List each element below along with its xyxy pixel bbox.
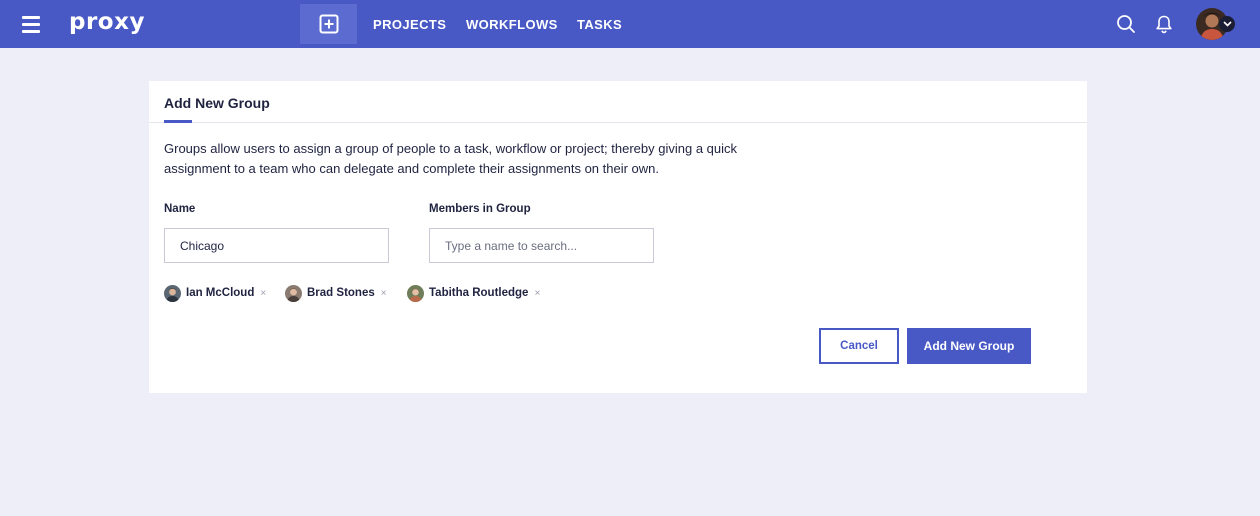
remove-member-button[interactable]: × (381, 288, 387, 299)
member-avatar (285, 284, 302, 302)
group-name-input[interactable] (164, 228, 389, 263)
hamburger-menu-icon[interactable] (22, 16, 40, 33)
account-dropdown-chevron-icon[interactable] (1219, 16, 1235, 32)
nav-workflows[interactable]: WORKFLOWS (466, 17, 558, 32)
member-chip: Ian McCloud × (164, 284, 266, 302)
form-description: Groups allow users to assign a group of … (164, 141, 738, 176)
plus-square-icon (319, 14, 338, 34)
member-avatar (407, 284, 424, 302)
member-name: Tabitha Routledge (429, 287, 529, 299)
remove-member-button[interactable]: × (534, 288, 540, 299)
member-name: Ian McCloud (186, 287, 255, 299)
title-underline (164, 120, 192, 123)
member-chip: Tabitha Routledge × (407, 284, 540, 302)
card-divider (149, 122, 1087, 123)
member-chip: Brad Stones × (285, 284, 387, 302)
nav-tasks[interactable]: TASKS (577, 17, 622, 32)
nav-projects[interactable]: PROJECTS (373, 17, 446, 32)
app-logo[interactable]: proxy (69, 9, 145, 35)
cancel-button[interactable]: Cancel (819, 328, 899, 364)
add-new-group-button[interactable]: Add New Group (907, 328, 1031, 364)
bell-icon[interactable] (1154, 14, 1174, 34)
members-search-input[interactable] (429, 228, 654, 263)
member-name: Brad Stones (307, 287, 375, 299)
name-label: Name (164, 203, 196, 215)
remove-member-button[interactable]: × (260, 288, 266, 299)
card-title: Add New Group (164, 95, 270, 111)
new-item-button[interactable] (300, 4, 357, 44)
members-label: Members in Group (429, 203, 531, 215)
add-group-card: Add New Group Groups allow users to assi… (149, 81, 1087, 393)
search-icon[interactable] (1116, 14, 1136, 34)
top-navbar: proxy PROJECTS WORKFLOWS TASKS (0, 0, 1260, 48)
member-avatar (164, 284, 181, 302)
